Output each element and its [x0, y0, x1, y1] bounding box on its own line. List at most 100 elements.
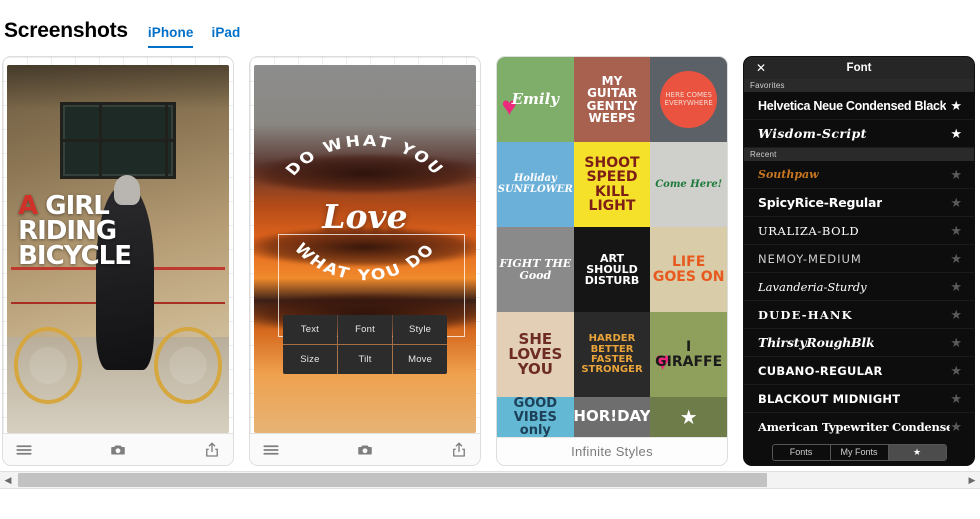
style-cell[interactable]: ART SHOULD DISTURB — [573, 227, 651, 313]
share-icon[interactable] — [203, 441, 221, 459]
favorite-star-icon[interactable]: ★ — [950, 195, 962, 211]
style-cell[interactable]: ♥ Emily — [497, 57, 574, 143]
favorite-star-icon[interactable]: ★ — [950, 223, 962, 239]
font-list-item[interactable]: DUDE-HANK ★ — [744, 301, 974, 329]
screenshot-strip[interactable]: A GIRL RIDING BICYCLE DO WHAT YOU WHAT Y… — [0, 56, 980, 471]
scroll-right-arrow[interactable]: ▶ — [964, 475, 980, 486]
button-font[interactable]: Font — [337, 315, 393, 345]
segment-fonts[interactable]: Fonts — [773, 444, 831, 460]
font-panel-footer: Fonts My Fonts ★ — [744, 439, 974, 465]
style-cell[interactable]: HOR!DAY — [573, 397, 651, 437]
screenshot-thumbnail-3[interactable]: ♥ Emily MY GUITAR GENTLY WEEPS HERE COMES E… — [496, 56, 728, 466]
shot1-overlay-text: A GIRL RIDING BICYCLE — [18, 193, 132, 271]
infinite-styles-caption: Infinite Styles — [497, 437, 727, 465]
font-list[interactable]: Favorites Helvetica Neue Condensed Black ★… — [744, 79, 974, 441]
camera-icon[interactable] — [109, 441, 127, 459]
button-move[interactable]: Move — [393, 345, 448, 375]
font-list-item[interactable]: Southpaw ★ — [744, 161, 974, 189]
favorite-star-icon[interactable]: ★ — [950, 335, 962, 351]
favorite-star-icon[interactable]: ★ — [950, 251, 962, 267]
style-cell[interactable]: Holiday SUNFLOWER — [497, 142, 574, 228]
style-cell[interactable]: SHOOT SPEED KILL LIGHT — [573, 142, 651, 228]
font-name-label: URALIZA-BOLD — [758, 223, 860, 238]
favorite-star-icon[interactable]: ★ — [950, 98, 962, 114]
overlay-line-1: A GIRL — [18, 193, 131, 219]
font-list-item[interactable]: Wisdom-Script ★ — [744, 120, 974, 148]
style-cell[interactable]: GOOD VIBES only — [497, 397, 574, 437]
shot2-bottom-toolbar — [250, 433, 480, 465]
page-header: Screenshots iPhone iPad — [0, 0, 980, 50]
favorite-star-icon[interactable]: ★ — [950, 167, 962, 183]
font-name-label: DUDE-HANK — [758, 307, 853, 322]
screenshot-thumbnail-4[interactable]: ✕ Font Favorites Helvetica Neue Condensed… — [743, 56, 975, 466]
font-list-item[interactable]: Lavanderia-Sturdy ★ — [744, 273, 974, 301]
style-cell[interactable]: Come Here! — [650, 142, 727, 228]
menu-icon[interactable] — [15, 441, 33, 459]
font-source-segmented-control: Fonts My Fonts ★ — [771, 443, 947, 461]
favorite-star-icon[interactable]: ★ — [950, 363, 962, 379]
style-cell[interactable]: LIFE GOES ON — [650, 227, 727, 313]
page-title: Screenshots — [4, 19, 128, 42]
style-cell[interactable]: MY GUITAR GENTLY WEEPS — [573, 57, 651, 143]
style-cell[interactable]: ★ — [650, 397, 727, 437]
favorite-star-icon[interactable]: ★ — [950, 307, 962, 323]
button-text[interactable]: Text — [282, 315, 337, 345]
style-cell[interactable]: HERE COMES EVERYWHERE — [650, 57, 727, 143]
favorite-star-icon[interactable]: ★ — [950, 391, 962, 407]
close-icon[interactable]: ✕ — [756, 62, 766, 74]
shot1-canvas: A GIRL RIDING BICYCLE — [7, 65, 229, 433]
camera-icon[interactable] — [356, 441, 374, 459]
font-list-item[interactable]: Helvetica Neue Condensed Black ★ — [744, 92, 974, 120]
shot1-bottom-toolbar — [3, 433, 233, 465]
menu-icon[interactable] — [262, 441, 280, 459]
styles-grid: ♥ Emily MY GUITAR GENTLY WEEPS HERE COMES E… — [497, 57, 727, 437]
font-list-item[interactable]: SpicyRice-Regular ★ — [744, 189, 974, 217]
style-cell[interactable]: SHE LOVES YOU — [497, 312, 574, 398]
scrollbar-thumb[interactable] — [18, 473, 767, 487]
style-cell-label: SHE LOVES YOU — [508, 329, 563, 379]
favorite-star-icon[interactable]: ★ — [950, 419, 962, 435]
font-section-header: Recent — [744, 148, 974, 161]
font-name-label: Wisdom-Script — [758, 126, 867, 141]
shot2-canvas: DO WHAT YOU WHAT YOU DO Love Text Font S… — [254, 65, 476, 433]
horizontal-scrollbar[interactable]: ◀ ▶ — [0, 471, 980, 489]
style-cell-label: ★ — [679, 404, 698, 429]
scroll-left-arrow[interactable]: ◀ — [0, 475, 16, 486]
font-list-item[interactable]: American Typewriter Condensed Bold★ — [744, 413, 974, 441]
tab-ipad[interactable]: iPad — [211, 25, 240, 48]
scrollbar-track[interactable] — [16, 473, 964, 487]
font-list-item[interactable]: CUBANO-REGULAR ★ — [744, 357, 974, 385]
segment-favorites[interactable]: ★ — [888, 444, 946, 460]
button-size[interactable]: Size — [282, 345, 337, 375]
button-style[interactable]: Style — [393, 315, 448, 345]
screenshot-thumbnail-2[interactable]: DO WHAT YOU WHAT YOU DO Love Text Font S… — [249, 56, 481, 466]
screenshot-thumbnail-1[interactable]: A GIRL RIDING BICYCLE — [2, 56, 234, 466]
window-shape — [60, 101, 176, 180]
style-cell[interactable]: FIGHT THE Good — [497, 227, 574, 313]
style-cell-label: HARDER BETTER FASTER STRONGER — [581, 333, 643, 375]
script-word-love: Love — [322, 197, 408, 237]
favorite-star-icon[interactable]: ★ — [950, 279, 962, 295]
font-name-label: American Typewriter Condensed Bold — [758, 419, 950, 434]
button-tilt[interactable]: Tilt — [337, 345, 393, 375]
segment-my-fonts[interactable]: My Fonts — [831, 444, 889, 460]
overlay-line-3: BICYCLE — [18, 240, 132, 271]
font-name-label: Southpaw — [758, 168, 819, 181]
style-cell-label: Holiday SUNFLOWER — [497, 173, 573, 195]
font-list-item[interactable]: BLACKOUT MIDNIGHT ★ — [744, 385, 974, 413]
arc-bottom-text: WHAT YOU DO — [291, 239, 440, 283]
font-panel-header: ✕ Font — [744, 57, 974, 79]
style-cell-label: Come Here! — [655, 178, 723, 190]
style-cell[interactable]: HARDER BETTER FASTER STRONGER — [573, 312, 651, 398]
style-cell-label: HERE COMES EVERYWHERE — [664, 91, 713, 107]
style-cell[interactable]: ♥ I GIRAFFE — [650, 312, 727, 398]
share-icon[interactable] — [450, 441, 468, 459]
font-list-item[interactable]: URALIZA-BOLD ★ — [744, 217, 974, 245]
font-section-header: Favorites — [744, 79, 974, 92]
tab-iphone[interactable]: iPhone — [147, 25, 194, 48]
font-list-item[interactable]: ThirstyRoughBlk ★ — [744, 329, 974, 357]
device-tabs: iPhone iPad — [147, 25, 241, 48]
wheel-left — [13, 326, 83, 404]
font-list-item[interactable]: NEMOY-MEDIUM ★ — [744, 245, 974, 273]
favorite-star-icon[interactable]: ★ — [950, 126, 962, 142]
